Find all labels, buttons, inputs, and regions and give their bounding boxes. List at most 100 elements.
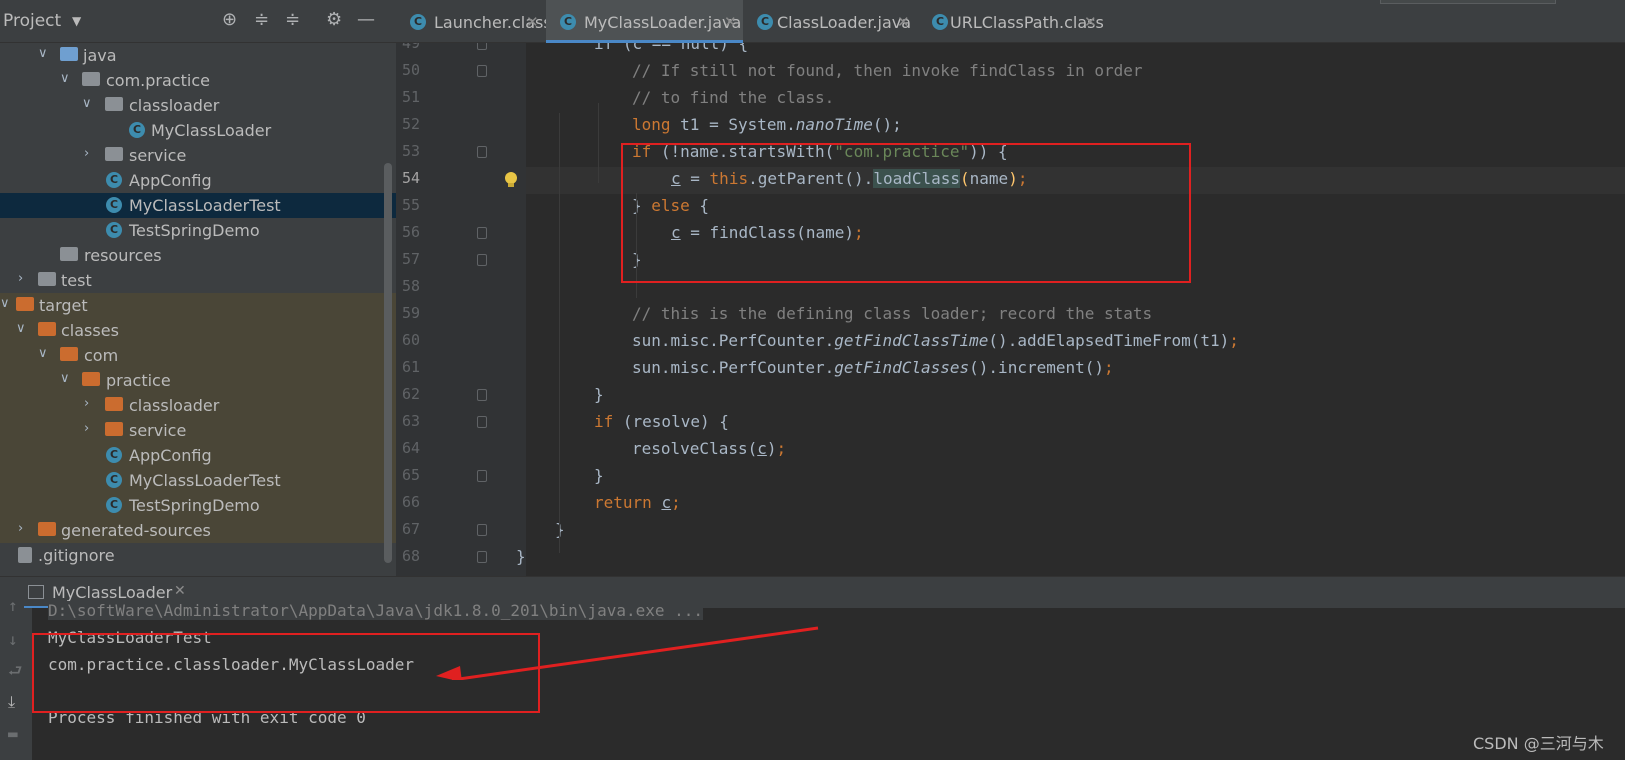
tree-item-label: service: [129, 146, 187, 165]
tree-item[interactable]: C AppConfig: [0, 443, 396, 468]
gear-icon[interactable]: ⚙: [326, 10, 342, 30]
code-line[interactable]: sun.misc.PerfCounter.getFindClasses().in…: [632, 358, 1114, 385]
tree-item-label: AppConfig: [129, 171, 212, 190]
code-line[interactable]: resolveClass(c);: [632, 439, 786, 466]
line-number: 63: [401, 412, 420, 430]
tree-item[interactable]: ∨ practice: [0, 368, 396, 393]
chevron-right-icon[interactable]: ›: [84, 396, 89, 411]
chevron-right-icon[interactable]: ›: [84, 421, 89, 436]
chevron-down-icon[interactable]: ∨: [0, 296, 10, 311]
tab-launcher-class[interactable]: C Launcher.class ✕: [396, 0, 552, 43]
close-icon[interactable]: ✕: [724, 13, 737, 31]
code-token: (resolve) {: [613, 412, 729, 431]
code-line[interactable]: }: [594, 385, 604, 412]
code-token: }: [594, 466, 604, 485]
tree-item[interactable]: C MyClassLoaderTest: [0, 468, 396, 493]
fold-marker-icon[interactable]: [477, 254, 487, 266]
chevron-right-icon[interactable]: ›: [84, 146, 89, 161]
tree-item[interactable]: resources: [0, 243, 396, 268]
file-icon: [18, 547, 32, 563]
code-line[interactable]: sun.misc.PerfCounter.getFindClassTime().…: [632, 331, 1239, 358]
tree-item-label: test: [61, 271, 92, 290]
down-arrow-icon[interactable]: ↓: [8, 630, 18, 649]
console-icon: [28, 585, 44, 599]
search-field[interactable]: [1380, 0, 1556, 4]
code-line[interactable]: return c;: [594, 493, 681, 520]
collapse-all-icon[interactable]: ≑: [285, 10, 300, 30]
code-line[interactable]: // If still not found, then invoke findC…: [632, 61, 1143, 88]
package-icon: [105, 147, 123, 161]
tree-item[interactable]: .gitignore: [0, 543, 396, 568]
expand-all-icon[interactable]: ≑: [254, 10, 269, 30]
fold-marker-icon[interactable]: [477, 43, 487, 50]
fold-marker-icon[interactable]: [477, 389, 487, 401]
tree-item[interactable]: C TestSpringDemo: [0, 493, 396, 518]
tree-item[interactable]: ∨ com: [0, 343, 396, 368]
tree-item[interactable]: C AppConfig: [0, 168, 396, 193]
tab-urlclasspath-class[interactable]: C URLClassPath.class ✕: [918, 0, 1104, 43]
code-line[interactable]: // this is the defining class loader; re…: [632, 304, 1152, 331]
close-icon[interactable]: ✕: [174, 583, 186, 599]
up-arrow-icon[interactable]: ↑: [8, 596, 18, 615]
chevron-down-icon[interactable]: ▼: [72, 14, 81, 28]
close-icon[interactable]: ✕: [1084, 13, 1097, 31]
fold-marker-icon[interactable]: [477, 416, 487, 428]
chevron-down-icon[interactable]: ∨: [16, 321, 26, 336]
close-icon[interactable]: ✕: [897, 13, 910, 31]
soft-wrap-icon[interactable]: ⮐: [8, 660, 22, 687]
code-token: getFindClassTime: [834, 331, 989, 350]
sidebar-scrollbar[interactable]: [384, 163, 392, 563]
locate-icon[interactable]: ⊕: [222, 10, 237, 30]
tree-item[interactable]: › service: [0, 143, 396, 168]
tab-label: ClassLoader.java: [777, 13, 912, 32]
tree-item[interactable]: ∨ classloader: [0, 93, 396, 118]
line-number: 64: [401, 439, 420, 457]
lightbulb-icon[interactable]: [504, 171, 518, 189]
fold-marker-icon[interactable]: [477, 146, 487, 158]
project-panel-header[interactable]: Project ▼ ⊕ ≑ ≑ ⚙ —: [0, 0, 396, 43]
code-line[interactable]: if (c == null) {: [594, 43, 748, 61]
code-token: // If still not found, then invoke findC…: [632, 61, 1143, 80]
fold-marker-icon[interactable]: [477, 65, 487, 77]
hide-icon[interactable]: —: [357, 10, 375, 30]
tree-item[interactable]: C MyClassLoader: [0, 118, 396, 143]
tree-item[interactable]: ∨ target: [0, 293, 396, 318]
chevron-down-icon[interactable]: ∨: [82, 96, 92, 111]
tree-item[interactable]: ∨ java: [0, 43, 396, 68]
print-icon[interactable]: ▬: [8, 724, 18, 743]
tree-item[interactable]: › test: [0, 268, 396, 293]
code-line[interactable]: if (resolve) {: [594, 412, 729, 439]
tree-item[interactable]: ∨ classes: [0, 318, 396, 343]
chevron-right-icon[interactable]: ›: [18, 521, 23, 536]
tree-item[interactable]: › generated-sources: [0, 518, 396, 543]
scroll-to-end-icon[interactable]: ⤓: [8, 692, 15, 712]
code-line[interactable]: // to find the class.: [632, 88, 834, 115]
tree-item[interactable]: › service: [0, 418, 396, 443]
tree-item[interactable]: ∨ com.practice: [0, 68, 396, 93]
fold-marker-icon[interactable]: [477, 227, 487, 239]
close-icon[interactable]: ✕: [526, 13, 539, 31]
chevron-down-icon[interactable]: ∨: [38, 46, 48, 61]
code-token: }: [516, 547, 526, 566]
fold-marker-icon[interactable]: [477, 470, 487, 482]
code-line[interactable]: }: [516, 547, 526, 574]
chevron-down-icon[interactable]: ∨: [38, 346, 48, 361]
fold-marker-icon[interactable]: [477, 524, 487, 536]
project-panel-title[interactable]: Project: [3, 11, 61, 31]
tab-classloader-java[interactable]: C ClassLoader.java ✕: [743, 0, 918, 43]
chevron-down-icon[interactable]: ∨: [60, 371, 70, 386]
code-token: ;: [671, 493, 681, 512]
fold-marker-icon[interactable]: [477, 551, 487, 563]
code-line[interactable]: long t1 = System.nanoTime();: [632, 115, 902, 142]
chevron-down-icon[interactable]: ∨: [60, 71, 70, 86]
code-token: ().increment(): [969, 358, 1105, 377]
tab-myclassloader-java[interactable]: C MyClassLoader.java ✕: [546, 0, 743, 43]
tree-item[interactable]: › classloader: [0, 393, 396, 418]
code-token: long: [632, 115, 671, 134]
tree-item[interactable]: C TestSpringDemo: [0, 218, 396, 243]
tree-item-selected[interactable]: C MyClassLoaderTest: [0, 193, 396, 218]
code-token: sun.misc.PerfCounter.: [632, 358, 835, 377]
chevron-right-icon[interactable]: ›: [18, 271, 23, 286]
code-editor[interactable]: 49 50 51 52 53 54 55 56 57 58 59 60 61 62 63 64 65 66 67 68…: [396, 43, 1625, 576]
code-line[interactable]: }: [594, 466, 604, 493]
